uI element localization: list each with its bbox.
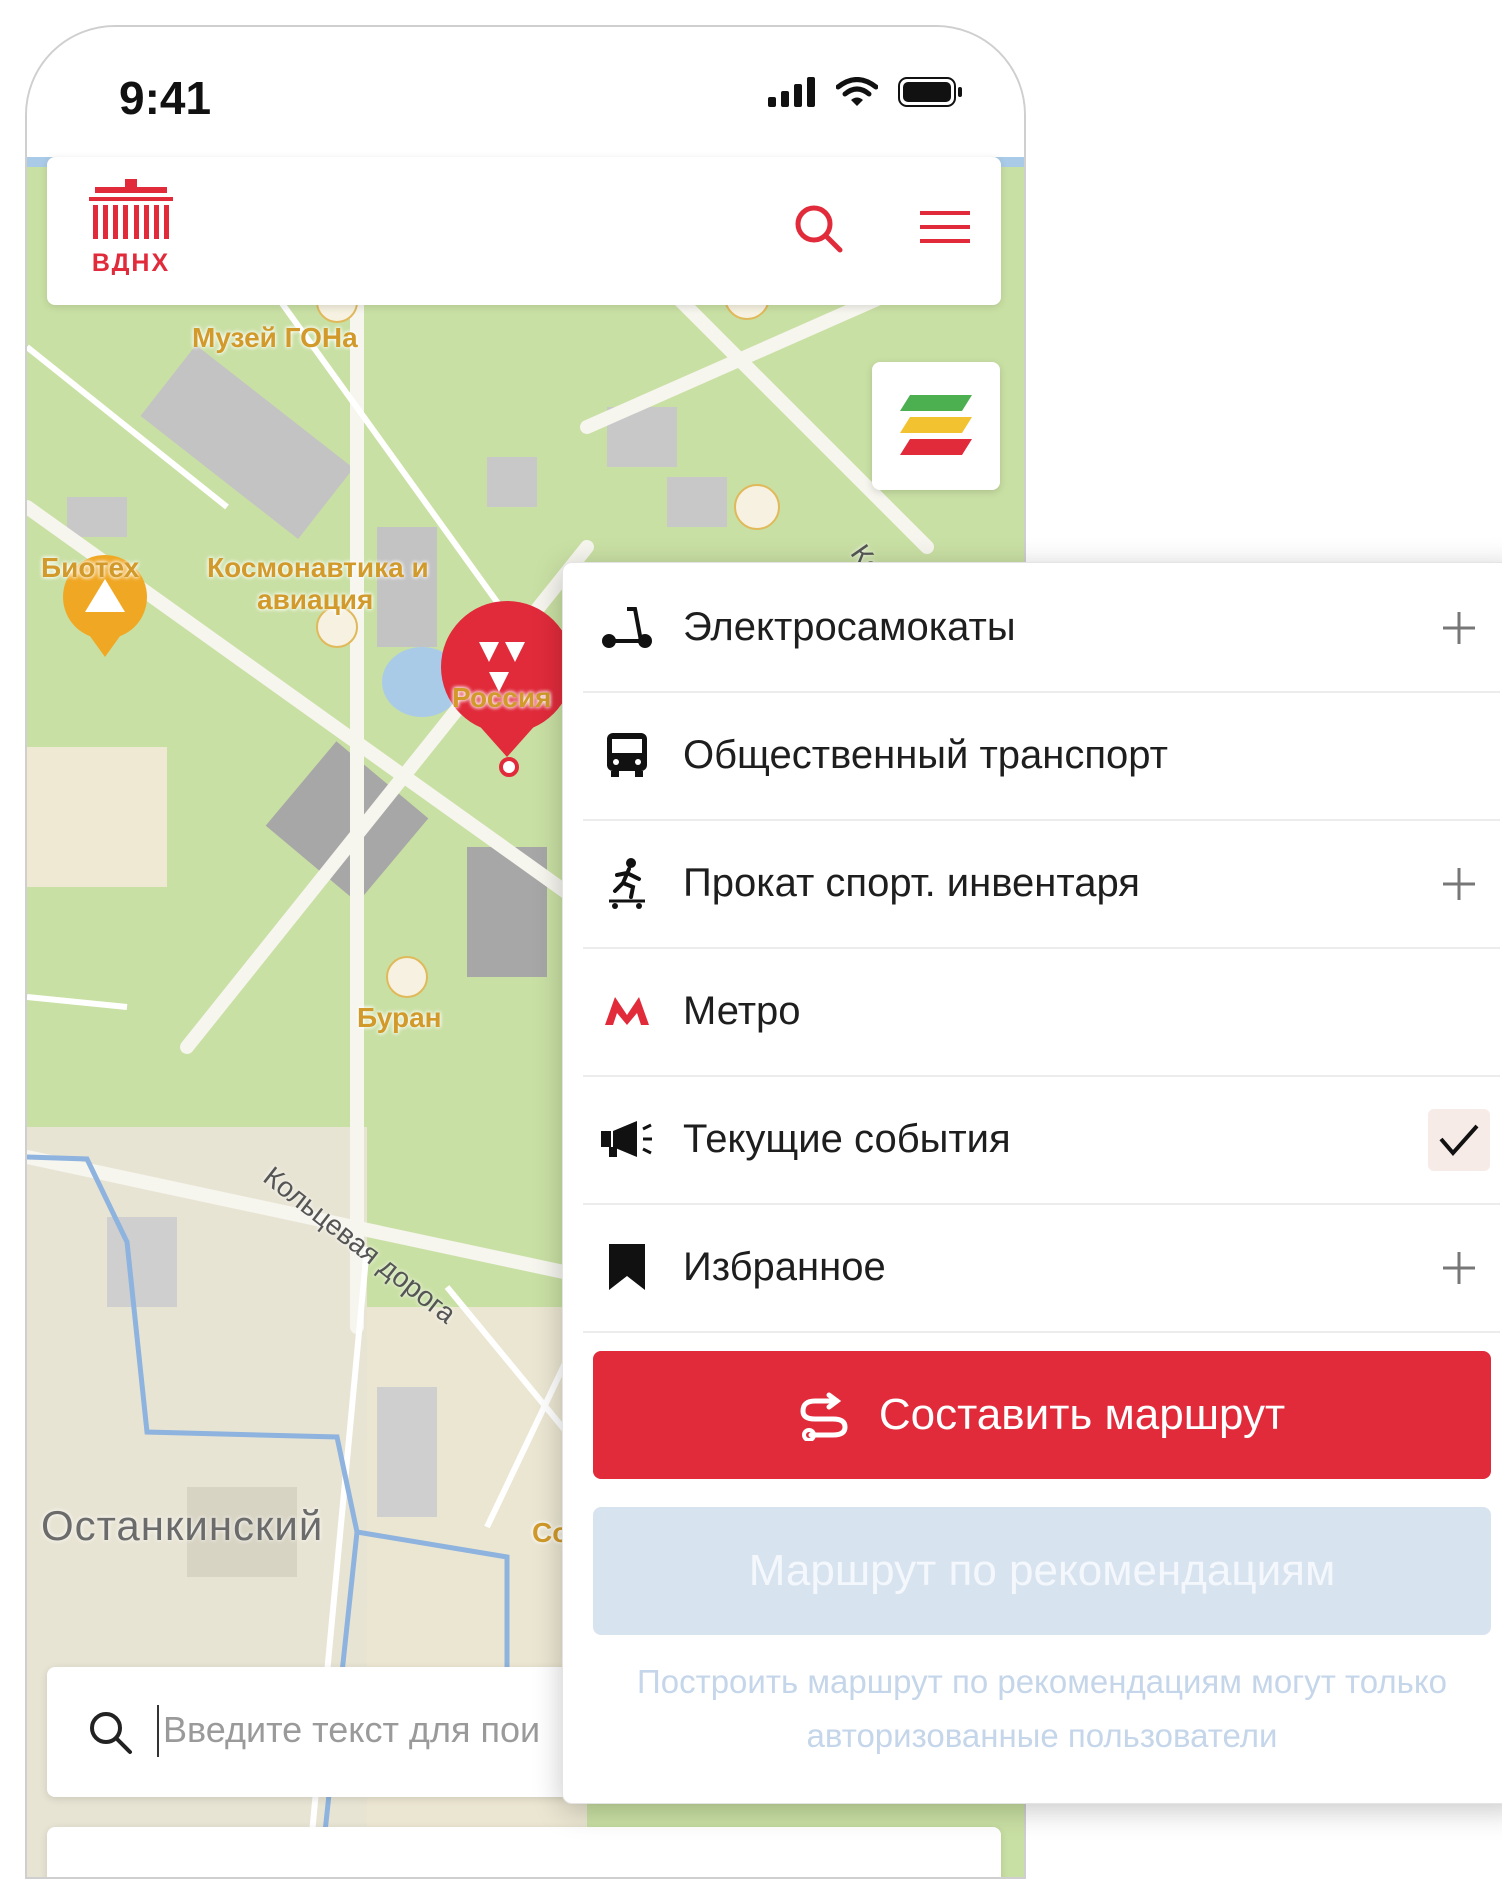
map-label-russia[interactable]: Россия	[452, 682, 551, 714]
scooter-icon	[602, 607, 652, 648]
status-time: 9:41	[119, 72, 212, 124]
search-input[interactable]: Введите текст для пои	[163, 1709, 540, 1751]
search-icon	[90, 1712, 132, 1754]
search-button[interactable]	[792, 202, 844, 259]
search-icon	[795, 205, 843, 253]
layers-button[interactable]	[872, 362, 1000, 490]
layers-panel: Электросамокаты Общественный транспорт П…	[562, 562, 1502, 1804]
layers-icon	[900, 395, 972, 455]
map-label-buran[interactable]: Буран	[357, 1002, 442, 1034]
layer-row-public-transport[interactable]: Общественный транспорт	[583, 691, 1500, 821]
map-label-museum[interactable]: Музей ГОНа	[192, 322, 358, 354]
district-label: Останкинский	[41, 1502, 324, 1549]
add-layer-button[interactable]	[1428, 597, 1490, 659]
skateboard-icon	[609, 858, 645, 909]
battery-icon	[898, 77, 962, 107]
hamburger-menu-icon	[920, 211, 970, 243]
map-label-cosmonautics[interactable]: Космонавтика и	[207, 552, 429, 584]
route-icon	[800, 1392, 848, 1441]
layer-label-scooters: Электросамокаты	[683, 605, 1016, 649]
layer-row-scooters[interactable]: Электросамокаты	[583, 563, 1500, 693]
layer-label-metro: Метро	[683, 989, 801, 1033]
cellular-signal-icon	[768, 77, 815, 107]
bus-icon	[607, 733, 647, 777]
top-bar: ВДНХ	[47, 157, 1001, 305]
add-layer-button[interactable]	[1428, 853, 1490, 915]
recommended-route-label: Маршрут по рекомендациям	[748, 1546, 1336, 1595]
text-cursor	[157, 1705, 159, 1757]
layer-row-metro[interactable]: Метро	[583, 947, 1500, 1077]
recommended-route-button[interactable]: Маршрут по рекомендациям	[593, 1507, 1491, 1635]
map-label-biotech[interactable]: Биотех	[41, 552, 139, 584]
metro-icon	[605, 997, 649, 1025]
map-label-aviation[interactable]: авиация	[257, 584, 373, 616]
build-route-label: Составить маршрут	[878, 1390, 1286, 1439]
layer-label-public-transport: Общественный транспорт	[683, 733, 1168, 777]
bookmark-icon	[609, 1244, 645, 1290]
vdnh-logo-text: ВДНХ	[92, 249, 170, 275]
layer-checkbox-events[interactable]	[1428, 1109, 1490, 1171]
layer-label-sport-rental: Прокат спорт. инвентаря	[683, 861, 1140, 905]
layer-row-sport-rental[interactable]: Прокат спорт. инвентаря	[583, 819, 1500, 949]
auth-hint-text: Построить маршрут по рекомендациям могут…	[637, 1663, 1447, 1754]
layer-label-events: Текущие события	[683, 1117, 1011, 1161]
layer-label-favorites: Избранное	[683, 1245, 886, 1289]
bottom-sheet[interactable]	[47, 1827, 1001, 1877]
plus-icon	[1443, 1252, 1475, 1284]
layer-row-events[interactable]: Текущие события	[583, 1075, 1500, 1205]
add-layer-button[interactable]	[1428, 1237, 1490, 1299]
wifi-icon	[836, 77, 878, 106]
menu-button[interactable]	[920, 209, 970, 252]
plus-icon	[1443, 612, 1475, 644]
vdnh-logo[interactable]: ВДНХ	[85, 179, 177, 280]
status-bar: 9:41	[27, 27, 1024, 157]
checkmark-icon	[1439, 1124, 1479, 1157]
plus-icon	[1443, 868, 1475, 900]
build-route-button[interactable]: Составить маршрут	[593, 1351, 1491, 1479]
layer-row-favorites[interactable]: Избранное	[583, 1203, 1500, 1333]
megaphone-icon	[601, 1121, 652, 1157]
